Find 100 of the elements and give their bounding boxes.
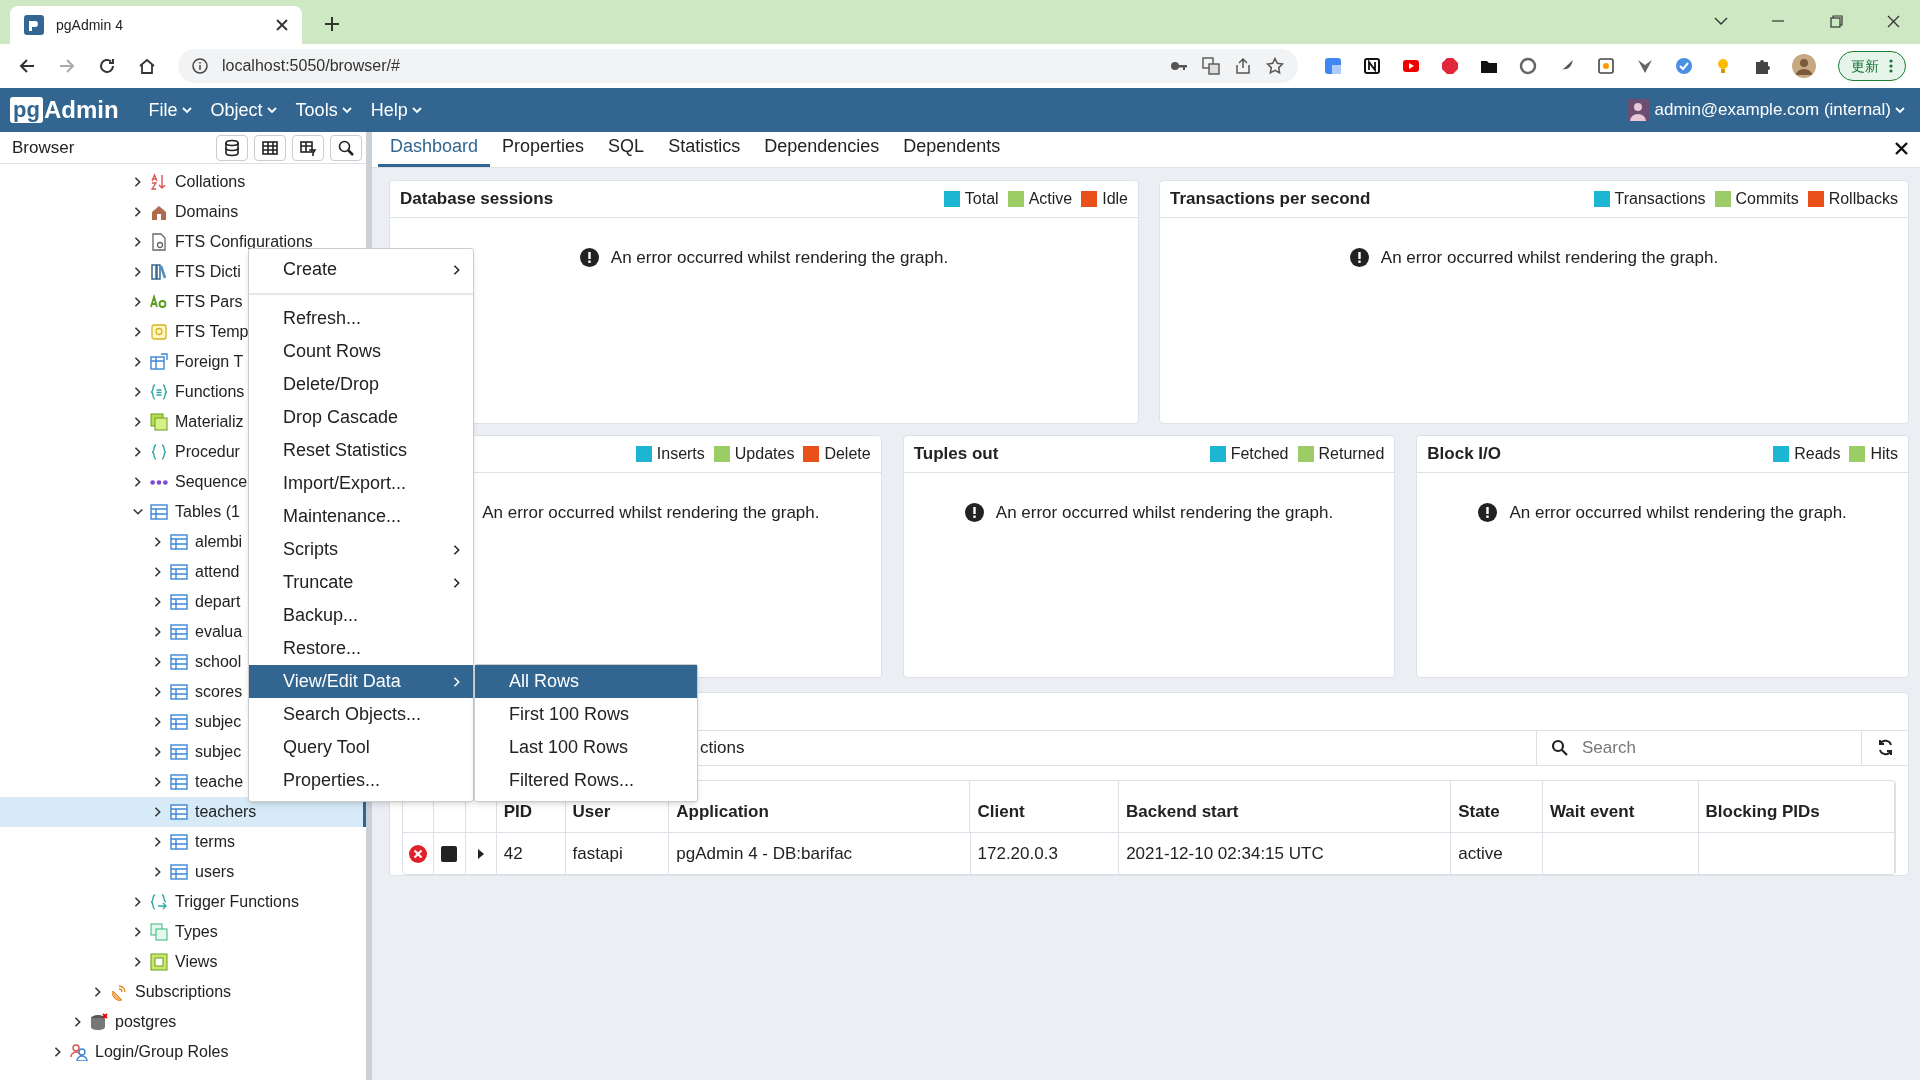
tab[interactable]: SQL bbox=[596, 133, 657, 167]
menu-button[interactable]: Tools bbox=[295, 96, 353, 124]
user-menu[interactable]: admin@example.com (internal) bbox=[1654, 97, 1906, 123]
url-text: localhost:5050/browser/# bbox=[222, 56, 401, 76]
caret-icon bbox=[1894, 104, 1906, 116]
table-cell: fastapi bbox=[565, 833, 670, 874]
menu-item[interactable]: Scripts bbox=[249, 533, 473, 566]
menu-item[interactable]: Delete/Drop bbox=[249, 368, 473, 401]
menu-item[interactable]: Backup... bbox=[249, 599, 473, 632]
column-header[interactable]: Blocking PIDs bbox=[1698, 781, 1895, 833]
legend-label: Transactions bbox=[1614, 189, 1706, 209]
menu-button[interactable]: File bbox=[148, 96, 193, 124]
menu-item[interactable]: Maintenance... bbox=[249, 500, 473, 533]
panel-title: Database sessions bbox=[400, 188, 554, 211]
tree-item[interactable]: Views bbox=[0, 947, 366, 977]
tree-item[interactable]: Trigger Functions bbox=[0, 887, 366, 917]
back-icon[interactable] bbox=[18, 57, 36, 75]
square-icon[interactable] bbox=[1363, 57, 1381, 75]
tree-item[interactable]: users bbox=[0, 857, 366, 887]
tab[interactable]: Dependencies bbox=[752, 133, 892, 167]
table-icon bbox=[170, 623, 188, 641]
tree-item[interactable]: postgres bbox=[0, 1007, 366, 1037]
tab[interactable]: Statistics bbox=[656, 133, 753, 167]
close-icon[interactable] bbox=[1887, 15, 1900, 28]
expand-arrow-icon[interactable] bbox=[476, 849, 485, 860]
search-field[interactable]: Search bbox=[1582, 730, 1861, 766]
refresh-icon bbox=[1876, 739, 1894, 757]
tree-item[interactable]: teachers bbox=[0, 797, 366, 827]
panel-title: Tuples out bbox=[913, 443, 999, 466]
v-shape-icon[interactable] bbox=[1636, 57, 1654, 75]
menu-item[interactable]: Count Rows bbox=[249, 335, 473, 368]
column-header[interactable]: Client bbox=[970, 781, 1120, 833]
menu-item[interactable]: Query Tool bbox=[249, 731, 473, 764]
toolbar-button[interactable] bbox=[330, 134, 362, 161]
legend-label: Inserts bbox=[656, 444, 705, 464]
braces-icon bbox=[150, 383, 168, 401]
play-icon[interactable] bbox=[1402, 57, 1420, 75]
avatar-icon[interactable] bbox=[1792, 54, 1816, 78]
update-button[interactable]: 更新 bbox=[1838, 51, 1906, 81]
user-icon bbox=[1626, 99, 1649, 121]
menu-item[interactable]: Refresh... bbox=[249, 302, 473, 335]
toolbar-button[interactable] bbox=[292, 134, 324, 161]
app-logo[interactable]: pg Admin bbox=[10, 92, 119, 128]
check-circle-icon[interactable] bbox=[1675, 57, 1693, 75]
column-header[interactable]: State bbox=[1451, 781, 1543, 833]
stop-sign-icon[interactable] bbox=[1441, 57, 1459, 75]
legend-label: Idle bbox=[1102, 189, 1128, 209]
browser-tab[interactable]: pgAdmin 4 bbox=[10, 6, 302, 44]
tree-item[interactable]: Collations bbox=[0, 167, 366, 197]
menu-item[interactable]: Reset Statistics bbox=[249, 434, 473, 467]
terminate-icon[interactable] bbox=[408, 845, 427, 864]
tab[interactable]: Dependents bbox=[891, 133, 1013, 167]
toolbar-button[interactable] bbox=[216, 134, 248, 161]
search-icon bbox=[337, 138, 355, 157]
menu-item[interactable]: Import/Export... bbox=[249, 467, 473, 500]
table-icon bbox=[170, 653, 188, 671]
table-icon bbox=[170, 683, 188, 701]
tree-item[interactable]: terms bbox=[0, 827, 366, 857]
close-icon[interactable] bbox=[1895, 142, 1908, 155]
menu-item[interactable]: Drop Cascade bbox=[249, 401, 473, 434]
table-icon bbox=[170, 743, 188, 761]
puzzle-icon[interactable] bbox=[1753, 57, 1771, 75]
restore-icon[interactable] bbox=[1830, 15, 1843, 28]
tab[interactable]: Properties bbox=[490, 133, 597, 167]
share-icon[interactable] bbox=[1234, 57, 1252, 75]
menu-item[interactable]: Restore... bbox=[249, 632, 473, 665]
menu-item[interactable]: First 100 Rows bbox=[475, 698, 697, 731]
menu-item[interactable]: All Rows bbox=[475, 665, 697, 698]
table-cell: active bbox=[1451, 833, 1544, 874]
menu-item[interactable]: Search Objects... bbox=[249, 698, 473, 731]
tree-item[interactable]: Login/Group Roles bbox=[0, 1037, 366, 1067]
column-header[interactable]: Backend start bbox=[1119, 781, 1452, 833]
document-gear-icon bbox=[150, 233, 168, 251]
books-icon bbox=[150, 263, 168, 281]
error-message: An error occurred whilst rendering the graph. bbox=[1380, 247, 1719, 269]
toolbar-button[interactable] bbox=[254, 134, 286, 161]
table-icon bbox=[150, 503, 168, 521]
menu-item[interactable]: View/Edit Data bbox=[249, 665, 473, 698]
new-tab-icon[interactable] bbox=[324, 16, 340, 32]
home-icon[interactable] bbox=[138, 57, 156, 75]
database-icon bbox=[223, 138, 241, 157]
table-icon bbox=[170, 773, 188, 791]
stop-icon[interactable] bbox=[441, 846, 458, 863]
close-icon[interactable] bbox=[276, 19, 288, 31]
legend-label: Total bbox=[964, 189, 999, 209]
tree-item[interactable]: Subscriptions bbox=[0, 977, 366, 1007]
legend-label: Hits bbox=[1870, 444, 1898, 464]
menu-button[interactable]: Help bbox=[370, 96, 423, 124]
reload-icon[interactable] bbox=[98, 57, 116, 75]
star-icon[interactable] bbox=[1266, 57, 1284, 75]
column-header[interactable]: Wait event bbox=[1542, 781, 1699, 833]
tree-item[interactable]: Types bbox=[0, 917, 366, 947]
menu-item[interactable]: Last 100 Rows bbox=[475, 731, 697, 764]
info-icon[interactable] bbox=[192, 58, 208, 74]
menu-item[interactable]: Properties... bbox=[249, 764, 473, 797]
more-icon bbox=[1889, 59, 1893, 73]
menu-button[interactable]: Object bbox=[210, 96, 278, 124]
tree-item[interactable]: Domains bbox=[0, 197, 366, 227]
address-bar[interactable]: localhost:5050/browser/# bbox=[178, 49, 1298, 83]
menu-item[interactable]: Truncate bbox=[249, 566, 473, 599]
